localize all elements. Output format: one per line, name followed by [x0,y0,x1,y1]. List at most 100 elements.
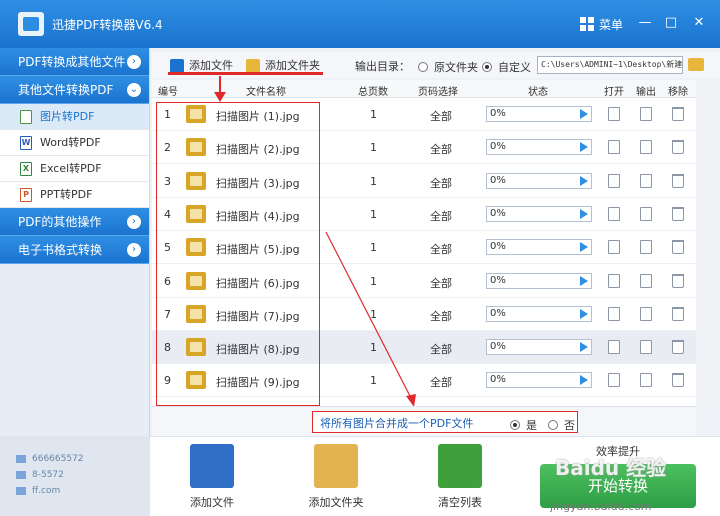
add-folder-button[interactable]: 添加文件夹 [246,57,320,73]
open-file-icon[interactable] [608,206,620,221]
output-dir-label: 输出目录： [355,60,410,73]
open-file-icon[interactable] [608,306,620,321]
row-progress: 0% [486,239,592,256]
play-icon[interactable] [580,208,588,219]
nav-section-pdf-to-other[interactable]: PDF转换成其他文件 › [0,48,149,76]
menu-button[interactable]: 菜单 [599,16,623,33]
row-pages: 1 [370,307,377,321]
row-pages: 1 [370,108,377,121]
radio-icon [418,62,428,72]
output-file-icon[interactable] [640,340,652,355]
row-page-select[interactable]: 全部 [430,208,452,224]
nav-section-ebook-convert[interactable]: 电子书格式转换 › [0,236,149,264]
open-file-icon[interactable] [608,373,620,388]
open-file-icon[interactable] [608,173,620,188]
contact-line: ff.com [16,486,60,496]
radio-source-folder[interactable]: 原文件夹 [418,59,478,75]
sidebar-item-image-to-pdf[interactable]: 图片转PDF [0,104,149,130]
row-page-select[interactable]: 全部 [430,141,452,157]
maximize-button[interactable]: □ [662,14,680,32]
col-pages: 总页数 [358,87,388,98]
row-progress: 0% [486,106,592,122]
trash-icon[interactable] [672,373,684,388]
output-file-icon[interactable] [640,273,652,288]
sidebar-item-label: 图片转PDF [40,110,95,123]
clear-list-button[interactable]: 清空列表 [430,444,490,510]
browse-folder-icon[interactable] [688,58,704,71]
row-page-select[interactable]: 全部 [430,308,452,324]
play-icon[interactable] [580,375,588,386]
row-page-select[interactable]: 全部 [430,341,452,357]
row-progress: 0% [486,172,592,189]
merge-option-label: 将所有图片合并成一个PDF文件 [320,417,474,430]
nav-section-label: 其他文件转换PDF [18,83,114,97]
sidebar-item-ppt-to-pdf[interactable]: P PPT转PDF [0,182,149,208]
open-file-icon[interactable] [608,140,620,155]
open-file-icon[interactable] [608,273,620,288]
sidebar-item-label: PPT转PDF [40,188,93,201]
minimize-button[interactable]: — [636,14,654,32]
broom-icon [438,444,482,488]
row-page-select[interactable]: 全部 [430,374,452,390]
output-path-field[interactable]: C:\Users\ADMINI~1\Desktop\新建文 [537,56,683,74]
play-icon[interactable] [580,142,588,153]
menu-grid-icon[interactable] [580,17,594,31]
trash-icon[interactable] [672,173,684,188]
merge-radio-yes[interactable]: 是 [510,417,537,433]
trash-icon[interactable] [672,240,684,255]
output-file-icon[interactable] [640,240,652,255]
row-page-select[interactable]: 全部 [430,241,452,257]
play-icon[interactable] [580,242,588,253]
sidebar-item-word-to-pdf[interactable]: W Word转PDF [0,130,149,156]
row-pages: 1 [370,174,377,188]
row-page-select[interactable]: 全部 [430,175,452,191]
col-output: 输出 [636,87,656,98]
row-page-select[interactable]: 全部 [430,108,452,124]
output-file-icon[interactable] [640,173,652,188]
output-file-icon[interactable] [640,107,652,121]
add-file-icon [170,59,184,73]
row-pages: 1 [370,207,377,221]
trash-icon[interactable] [672,107,684,121]
play-icon[interactable] [580,308,588,319]
output-file-icon[interactable] [640,373,652,388]
row-pages: 1 [370,374,377,388]
output-file-icon[interactable] [640,306,652,321]
row-progress: 0% [486,205,592,222]
row-pages: 1 [370,341,377,355]
play-icon[interactable] [580,342,588,353]
word-file-icon: W [20,136,32,150]
trash-icon[interactable] [672,340,684,355]
play-icon[interactable] [580,175,588,186]
merge-radio-no[interactable]: 否 [548,417,575,433]
window-title: 迅捷PDF转换器V6.4 [52,18,163,32]
output-file-icon[interactable] [640,140,652,155]
nav-section-other-to-pdf[interactable]: 其他文件转换PDF ⌄ [0,76,149,104]
add-file-button[interactable]: 添加文件 [170,57,233,73]
chevron-right-icon: › [127,55,141,69]
open-file-icon[interactable] [608,107,620,121]
play-icon[interactable] [580,275,588,286]
close-button[interactable]: ✕ [690,14,708,32]
table-scrollbar[interactable] [696,80,720,406]
trash-icon[interactable] [672,206,684,221]
annotation-box-filenames [156,102,320,406]
annotation-underline [168,72,323,75]
row-progress: 0% [486,339,592,356]
row-progress: 0% [486,272,592,289]
big-add-folder-button[interactable]: 添加文件夹 [306,444,366,510]
sidebar-item-excel-to-pdf[interactable]: X Excel转PDF [0,156,149,182]
sidebar: PDF转换成其他文件 › 其他文件转换PDF ⌄ 图片转PDF W Word转P… [0,48,150,436]
radio-custom-folder[interactable]: 自定义 [482,59,531,75]
row-progress: 0% [486,305,592,322]
open-file-icon[interactable] [608,340,620,355]
play-icon[interactable] [580,109,588,119]
big-add-file-button[interactable]: 添加文件 [182,444,242,510]
output-file-icon[interactable] [640,206,652,221]
trash-icon[interactable] [672,140,684,155]
nav-section-pdf-other-ops[interactable]: PDF的其他操作 › [0,208,149,236]
trash-icon[interactable] [672,273,684,288]
trash-icon[interactable] [672,306,684,321]
row-page-select[interactable]: 全部 [430,275,452,291]
open-file-icon[interactable] [608,240,620,255]
